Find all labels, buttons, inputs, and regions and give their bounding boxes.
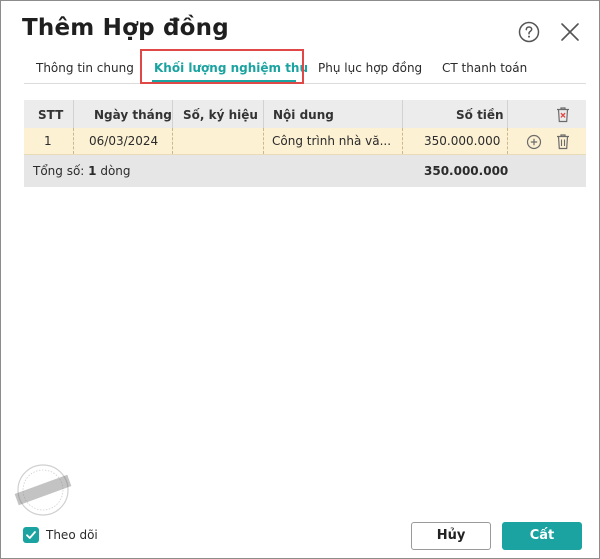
cell-amount[interactable]: 350.000.000 <box>424 134 500 148</box>
column-header-code: Số, ký hiệu <box>183 108 258 122</box>
follow-checkbox[interactable] <box>23 527 39 543</box>
column-divider <box>507 100 508 128</box>
tab-payment-details[interactable]: CT thanh toán <box>442 61 527 75</box>
add-icon[interactable] <box>526 134 542 150</box>
cancel-button[interactable]: Hủy <box>411 522 491 550</box>
cell-content[interactable]: Công trình nhà vă... <box>272 134 391 148</box>
check-icon <box>26 531 36 539</box>
column-divider <box>73 128 74 154</box>
help-circle-icon[interactable] <box>518 21 540 43</box>
column-divider <box>172 100 173 128</box>
table-row[interactable]: 1 06/03/2024 Công trình nhà vă... 350.00… <box>24 128 586 155</box>
total-amount: 350.000.000 <box>424 164 509 178</box>
tab-bar: Thông tin chung Khối lượng nghiệm thu Ph… <box>24 51 586 84</box>
add-contract-dialog: Thêm Hợp đồng Thông tin chung Khối lượng… <box>0 0 600 559</box>
sample-data-stamp <box>14 464 72 516</box>
column-divider <box>402 128 403 154</box>
total-summary: Tổng số: 1 dòng <box>33 164 131 178</box>
column-divider <box>263 100 264 128</box>
close-icon[interactable] <box>559 21 581 43</box>
column-divider <box>263 128 264 154</box>
acceptance-volume-table: STT Ngày tháng Số, ký hiệu Nội dung Số t… <box>24 100 586 187</box>
column-divider <box>402 100 403 128</box>
cell-date[interactable]: 06/03/2024 <box>89 134 158 148</box>
dialog-title: Thêm Hợp đồng <box>22 15 229 41</box>
save-button[interactable]: Cất <box>502 522 582 550</box>
cell-stt: 1 <box>44 134 52 148</box>
trash-icon[interactable] <box>555 133 571 150</box>
column-header-amount: Số tiền <box>456 108 504 122</box>
tab-general-info[interactable]: Thông tin chung <box>36 61 134 75</box>
column-header-content: Nội dung <box>273 108 334 122</box>
column-divider <box>507 128 508 154</box>
column-header-date: Ngày tháng <box>94 108 172 122</box>
column-header-stt: STT <box>38 108 64 122</box>
follow-checkbox-label[interactable]: Theo dõi <box>46 528 98 542</box>
active-tab-highlight-box <box>140 49 304 84</box>
total-count: 1 <box>88 164 97 178</box>
table-header: STT Ngày tháng Số, ký hiệu Nội dung Số t… <box>24 100 586 129</box>
delete-all-icon[interactable] <box>555 106 571 123</box>
table-footer: Tổng số: 1 dòng 350.000.000 <box>24 155 586 187</box>
total-unit: dòng <box>96 164 131 178</box>
total-label: Tổng số: <box>33 164 89 178</box>
tab-contract-appendix[interactable]: Phụ lục hợp đồng <box>318 61 422 75</box>
column-divider <box>172 128 173 154</box>
column-divider <box>73 100 74 128</box>
